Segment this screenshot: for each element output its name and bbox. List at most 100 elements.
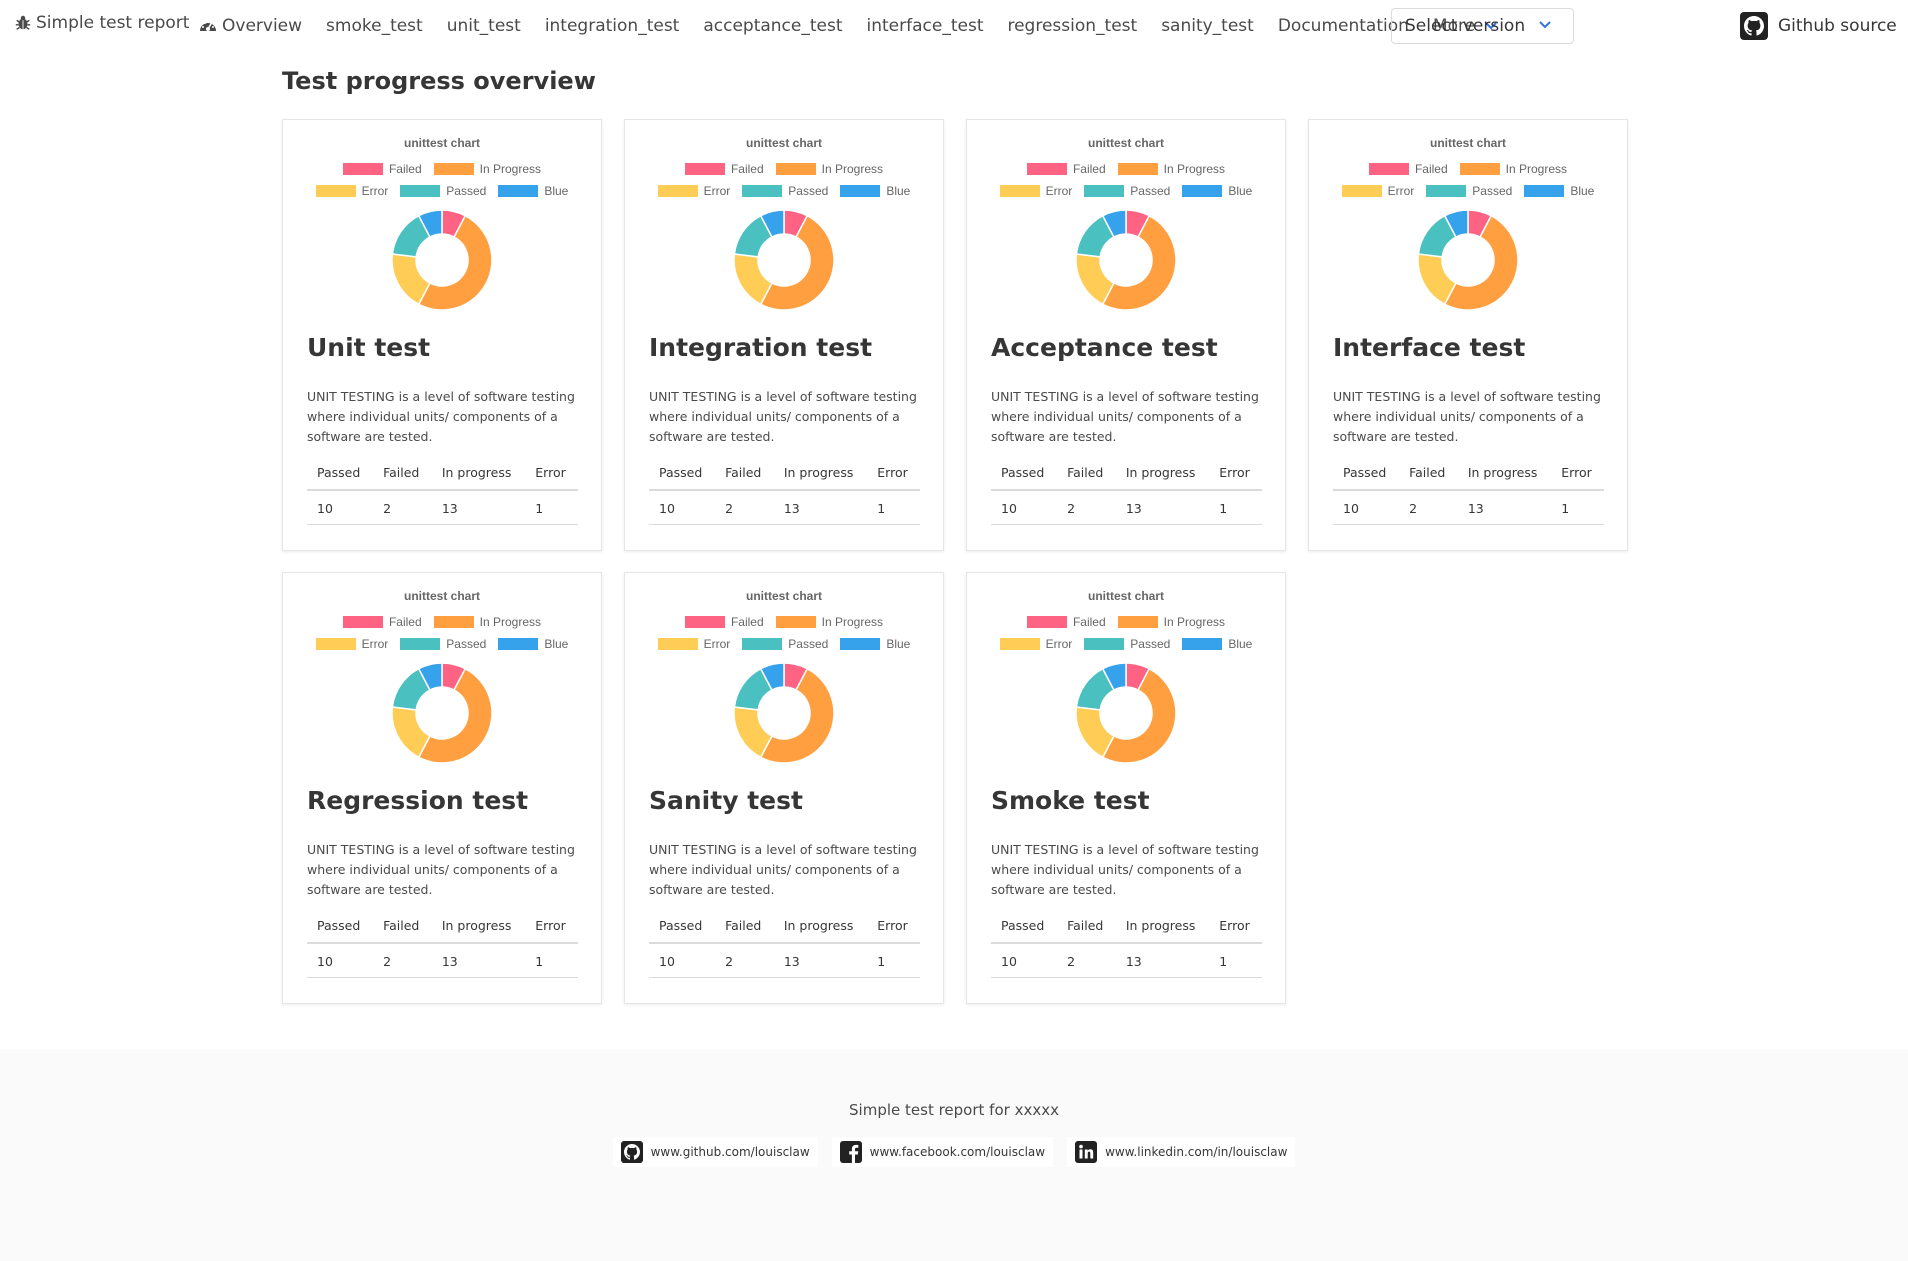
table-header-cell: Passed <box>991 910 1058 944</box>
legend-item[interactable]: Blue <box>1182 184 1252 198</box>
legend-item[interactable]: Passed <box>1084 637 1170 651</box>
chart-legend-row: Error Passed Blue <box>967 184 1285 198</box>
table-row: 10 2 13 1 <box>991 943 1262 978</box>
legend-swatch <box>400 638 441 650</box>
legend-item[interactable]: Error <box>315 184 389 198</box>
facebook-link[interactable]: www.facebook.com/louisclaw <box>831 1137 1054 1167</box>
legend-swatch <box>433 163 474 175</box>
legend-item[interactable]: Error <box>999 637 1072 651</box>
legend-item[interactable]: Blue <box>498 184 568 198</box>
legend-item[interactable]: Blue <box>1524 184 1594 198</box>
nav-label: smoke_test <box>326 16 423 36</box>
legend-item[interactable]: Failed <box>1368 162 1448 176</box>
legend-item[interactable]: Error <box>1341 184 1414 198</box>
legend-item[interactable]: Failed <box>342 615 422 629</box>
legend-item[interactable]: In Progress <box>433 615 541 629</box>
legend-label: Failed <box>388 162 422 176</box>
legend-swatch <box>999 185 1040 197</box>
nav-label: sanity_test <box>1161 16 1254 36</box>
chart-legend-row: Error Passed Blue <box>967 637 1285 651</box>
footer: Simple test report for xxxxx www.github.… <box>0 1049 1908 1261</box>
legend-label: Blue <box>544 184 569 198</box>
table-cell: 10 <box>307 490 374 525</box>
table-cell: 1 <box>525 490 578 525</box>
nav-acceptance-test[interactable]: acceptance_test <box>703 16 842 36</box>
linkedin-link-label: www.linkedin.com/in/louisclaw <box>1105 1145 1288 1159</box>
nav-overview[interactable]: Overview <box>198 16 302 36</box>
card-description: UNIT TESTING is a level of software test… <box>649 389 917 444</box>
legend-swatch <box>1426 185 1467 197</box>
legend-item[interactable]: In Progress <box>775 162 883 176</box>
nav-unit-test[interactable]: unit_test <box>447 16 521 36</box>
legend-label: Error <box>361 184 389 198</box>
legend-item[interactable]: Blue <box>840 637 910 651</box>
brand-link[interactable]: Simple test report <box>14 13 189 33</box>
card-description: UNIT TESTING is a level of software test… <box>307 842 575 897</box>
legend-item[interactable]: Error <box>657 184 730 198</box>
legend-item[interactable]: Passed <box>400 637 486 651</box>
table-header-cell: Failed <box>715 910 774 944</box>
legend-swatch <box>1182 638 1223 650</box>
linkedin-link[interactable]: www.linkedin.com/in/louisclaw <box>1067 1137 1296 1167</box>
table-header-cell: Passed <box>991 457 1058 491</box>
card-title: Sanity test <box>649 786 803 815</box>
chart-title: unittest chart <box>1087 589 1164 603</box>
legend-item[interactable]: In Progress <box>1459 162 1567 176</box>
github-link[interactable]: www.github.com/louisclaw <box>612 1137 818 1167</box>
nav-integration-test[interactable]: integration_test <box>545 16 680 36</box>
table-row: 10 2 13 1 <box>649 943 920 978</box>
table-header-row: Passed Failed In progress Error <box>991 910 1262 944</box>
legend-item[interactable]: In Progress <box>1117 162 1225 176</box>
nav-menu: Overview smoke_test unit_test integratio… <box>198 13 1497 39</box>
nav-interface-test[interactable]: interface_test <box>867 16 984 36</box>
legend-item[interactable]: Passed <box>400 184 486 198</box>
legend-item[interactable]: In Progress <box>433 162 541 176</box>
table-header-cell: In progress <box>1115 457 1210 491</box>
table-cell: 2 <box>373 943 432 978</box>
table-cell: 13 <box>773 943 868 978</box>
github-source-button[interactable]: Github source <box>1740 12 1897 40</box>
facebook-icon <box>839 1141 862 1163</box>
doughnut-chart <box>391 662 493 764</box>
legend-item[interactable]: Blue <box>840 184 910 198</box>
facebook-link-label: www.facebook.com/louisclaw <box>869 1145 1046 1159</box>
legend-item[interactable]: Failed <box>1026 615 1106 629</box>
legend-label: Passed <box>788 637 829 651</box>
legend-item[interactable]: Passed <box>742 184 828 198</box>
card-title: Integration test <box>649 333 873 362</box>
legend-item[interactable]: Passed <box>742 637 828 651</box>
table-header-cell: Error <box>1209 910 1262 944</box>
legend-item[interactable]: Failed <box>342 162 422 176</box>
table-header-cell: In progress <box>1115 910 1210 944</box>
legend-item[interactable]: Passed <box>1084 184 1170 198</box>
legend-swatch <box>684 616 725 628</box>
legend-swatch <box>498 185 539 197</box>
legend-item[interactable]: Failed <box>1026 162 1106 176</box>
legend-item[interactable]: Error <box>315 637 388 651</box>
nav-regression-test[interactable]: regression_test <box>1007 16 1137 36</box>
legend-item[interactable]: Passed <box>1426 184 1512 198</box>
legend-swatch <box>775 616 816 628</box>
legend-item[interactable]: Failed <box>684 162 764 176</box>
legend-swatch <box>1026 616 1067 628</box>
chart-title: unittest chart <box>1429 136 1506 150</box>
table-row: 10 2 13 1 <box>307 943 578 978</box>
table-header-cell: Passed <box>1333 457 1400 491</box>
legend-item[interactable]: In Progress <box>1117 615 1225 629</box>
legend-item[interactable]: Blue <box>1182 637 1252 651</box>
nav-documentation[interactable]: Documentation <box>1278 16 1409 36</box>
nav-sanity-test[interactable]: sanity_test <box>1161 16 1254 36</box>
legend-item[interactable]: Error <box>999 184 1072 198</box>
legend-item[interactable]: Error <box>657 637 730 651</box>
legend-item[interactable]: Failed <box>684 615 764 629</box>
legend-item[interactable]: In Progress <box>775 615 883 629</box>
legend-swatch <box>657 185 698 197</box>
nav-smoke-test[interactable]: smoke_test <box>326 16 423 36</box>
chart-legend-row: Error Passed Blue <box>625 637 943 651</box>
table-cell: 2 <box>373 490 432 525</box>
test-card: unittest chart Failed In Progress Error Pass… <box>282 119 602 551</box>
legend-label: Blue <box>886 637 911 651</box>
version-select[interactable]: Select version <box>1391 8 1574 44</box>
table-cell: 10 <box>1333 490 1400 525</box>
legend-item[interactable]: Blue <box>498 637 568 651</box>
